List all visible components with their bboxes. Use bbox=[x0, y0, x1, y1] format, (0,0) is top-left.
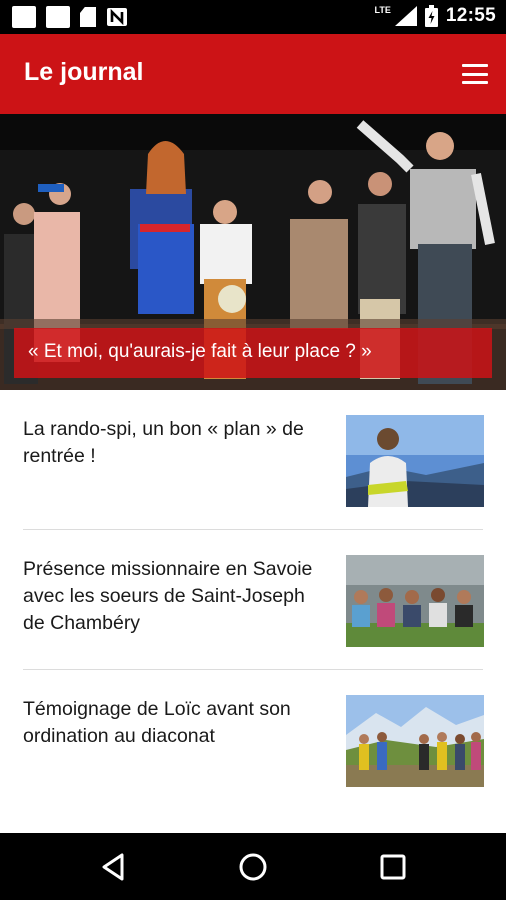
home-circle-icon[interactable] bbox=[237, 851, 269, 883]
back-triangle-icon[interactable] bbox=[98, 851, 130, 883]
list-item[interactable]: La rando-spi, un bon « plan » de rentrée… bbox=[0, 390, 506, 530]
article-title: La rando-spi, un bon « plan » de rentrée… bbox=[23, 418, 304, 467]
featured-article[interactable]: « Et moi, qu'aurais-je fait à leur place… bbox=[0, 114, 506, 390]
featured-caption: « Et moi, qu'aurais-je fait à leur place… bbox=[14, 328, 492, 378]
app-bar: Le journal bbox=[0, 34, 506, 114]
nfc-icon bbox=[107, 8, 127, 26]
list-item[interactable]: Présence missionnaire en Savoie avec les… bbox=[0, 530, 506, 670]
sd-card-icon bbox=[80, 7, 96, 27]
battery-icon bbox=[424, 5, 438, 27]
article-title: Témoignage de Loïc avant son ordination … bbox=[23, 698, 291, 747]
status-bar: LTE 12:55 bbox=[0, 0, 506, 34]
hamburger-menu-icon[interactable] bbox=[460, 60, 490, 88]
article-list: La rando-spi, un bon « plan » de rentrée… bbox=[0, 390, 506, 810]
recents-square-icon[interactable] bbox=[377, 851, 409, 883]
clock: 12:55 bbox=[445, 5, 496, 26]
article-thumbnail bbox=[346, 695, 484, 787]
notification-icon bbox=[12, 6, 36, 28]
article-thumbnail bbox=[346, 555, 484, 647]
list-item[interactable]: Témoignage de Loïc avant son ordination … bbox=[0, 670, 506, 810]
notification-icon bbox=[46, 6, 70, 28]
notification-icons bbox=[12, 6, 128, 28]
signal-icon bbox=[394, 6, 417, 26]
app-title: Le journal bbox=[24, 58, 144, 86]
system-nav-bar bbox=[0, 833, 506, 900]
article-title: Présence missionnaire en Savoie avec les… bbox=[23, 558, 313, 634]
article-thumbnail bbox=[346, 415, 484, 507]
network-type-label: LTE bbox=[374, 4, 391, 15]
